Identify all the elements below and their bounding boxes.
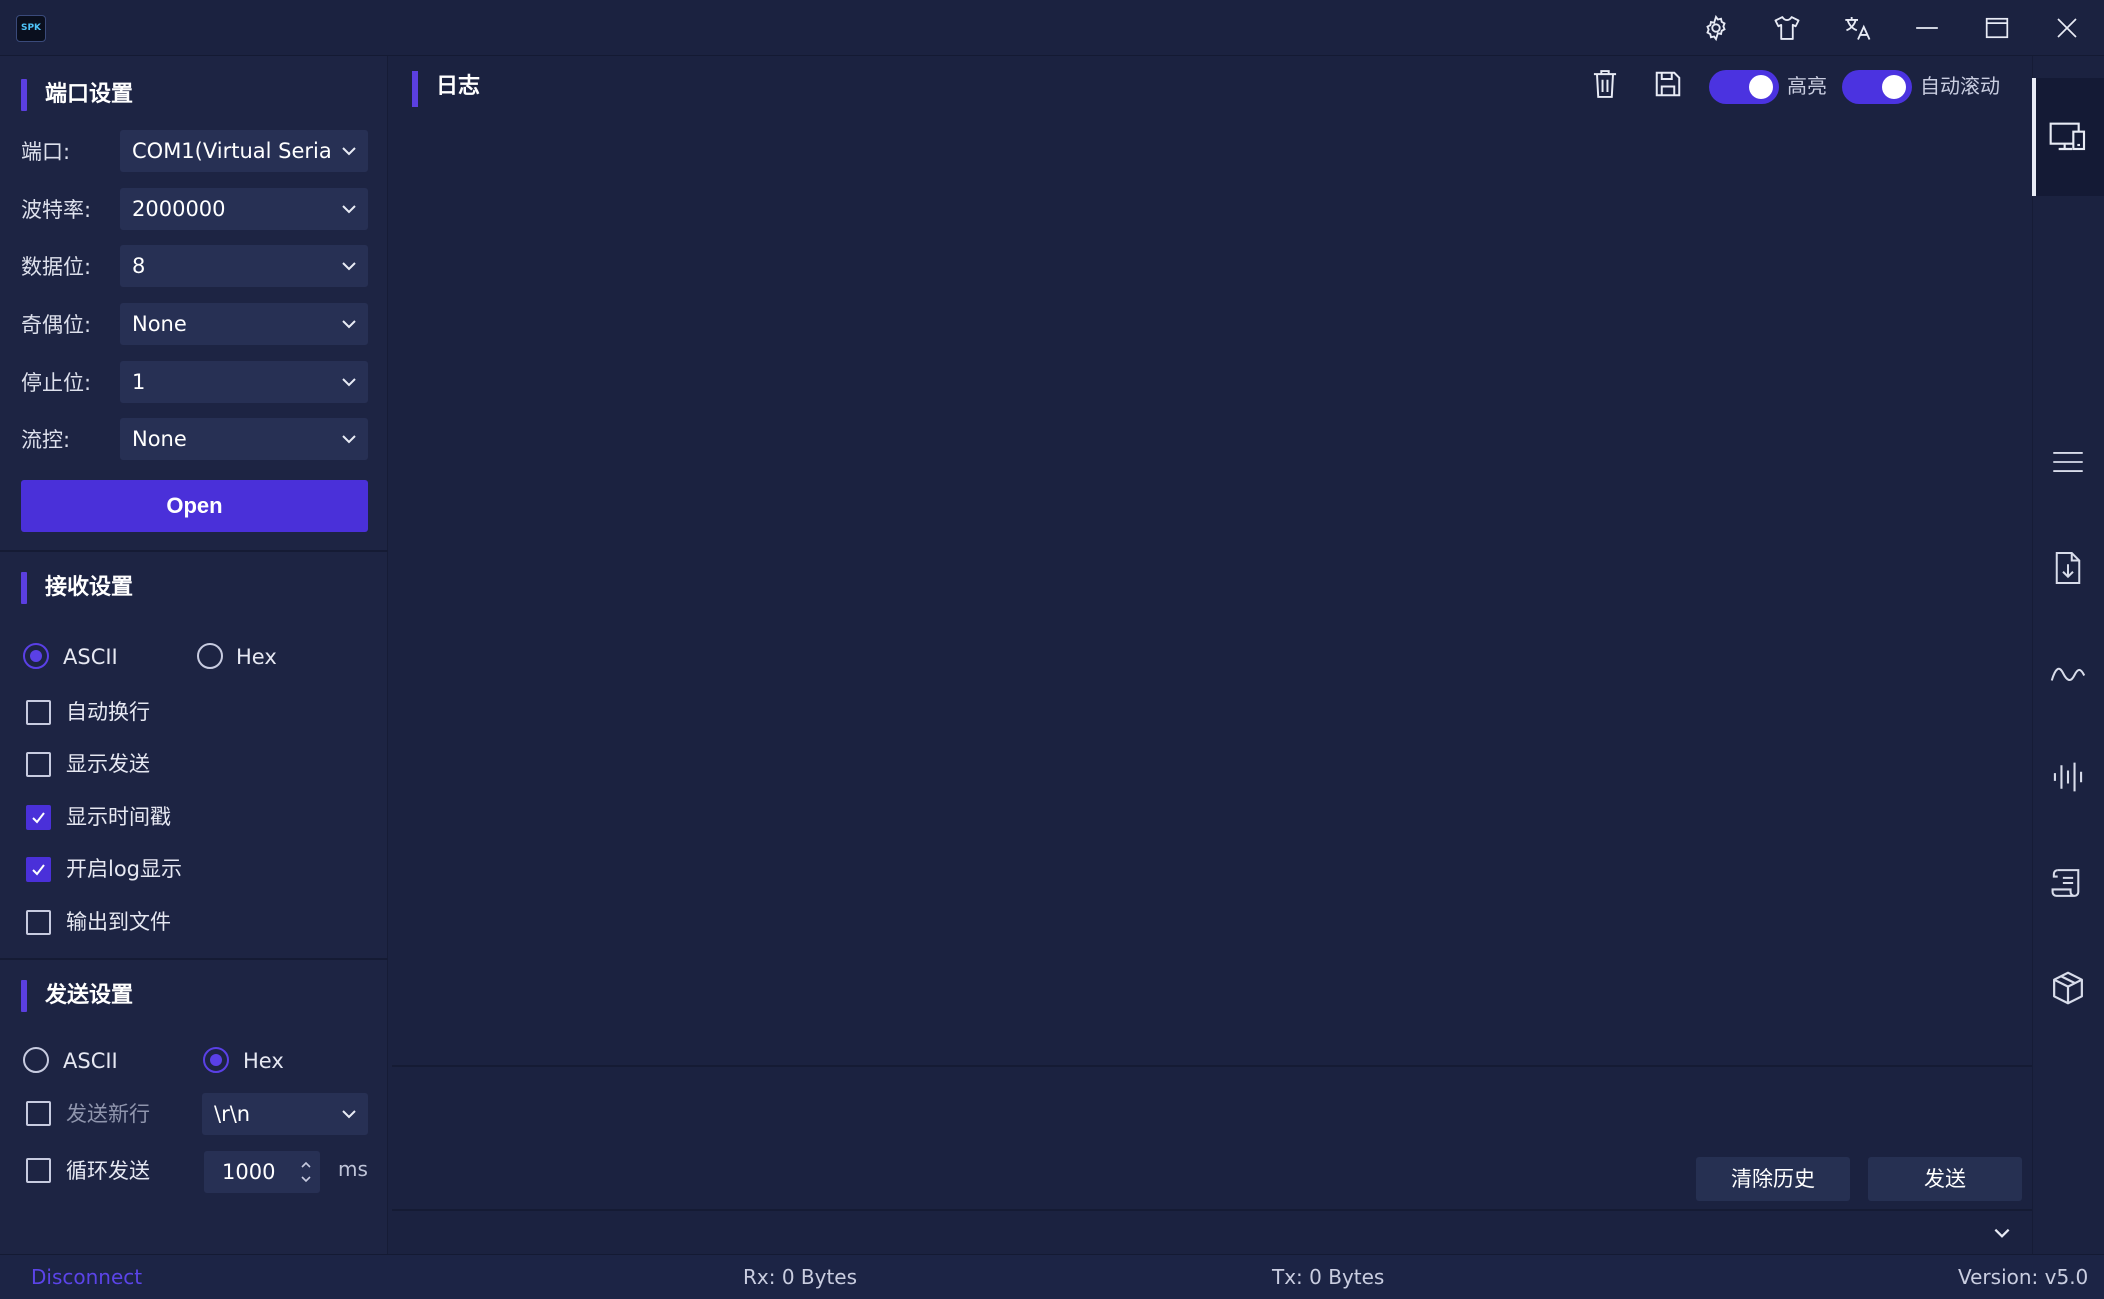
log-title: 日志 [412,71,480,107]
port-settings-title: 端口设置 [21,79,133,111]
translate-icon[interactable] [1838,10,1878,46]
check-icon [32,864,45,876]
minimize-icon[interactable] [1907,10,1947,46]
enable-log-checkbox[interactable] [26,857,51,882]
send-newline-checkbox[interactable] [26,1101,51,1126]
close-icon[interactable] [2047,10,2087,46]
enable-log-label: 开启log显示 [66,857,183,881]
section-divider [0,550,388,552]
receive-hex-radio[interactable] [197,643,223,669]
parity-select[interactable]: None [120,303,368,345]
flowcontrol-label: 流控: [21,428,71,452]
databits-select[interactable]: 8 [120,245,368,287]
log-output-area[interactable] [392,120,2030,1065]
loop-send-label: 循环发送 [66,1159,150,1183]
baud-select[interactable]: 2000000 [120,188,368,230]
show-send-label: 显示发送 [66,752,150,776]
package-cube-icon[interactable] [2040,960,2096,1016]
send-hex-label: Hex [243,1049,284,1073]
settings-panel [0,56,388,1254]
serial-device-icon[interactable] [2040,109,2096,165]
rx-counter: Rx: 0 Bytes [743,1265,858,1289]
receive-ascii-radio[interactable] [23,643,49,669]
theme-shirt-icon[interactable] [1767,10,1807,46]
stopbits-value: 1 [132,370,146,394]
chevron-down-icon [342,378,356,387]
chevron-down-icon [342,1110,356,1119]
receive-hex-label: Hex [236,645,277,669]
port-select[interactable]: COM1(Virtual Serial Port) [120,130,368,172]
port-label: 端口: [21,140,71,164]
send-newline-label: 发送新行 [66,1102,150,1126]
chevron-down-icon [342,262,356,271]
waveform-icon[interactable] [2040,645,2096,701]
app-logo: SPK [16,15,46,42]
stopbits-label: 停止位: [21,371,92,395]
auto-wrap-label: 自动换行 [66,700,150,724]
loop-interval-input[interactable]: 1000 [204,1151,320,1193]
chevron-down-icon[interactable] [1992,1223,2012,1243]
receive-ascii-label: ASCII [63,645,118,669]
audio-bars-icon[interactable] [2040,749,2096,805]
gear-icon[interactable] [1696,10,1736,46]
tx-counter: Tx: 0 Bytes [1272,1265,1385,1289]
send-ascii-radio[interactable] [23,1047,49,1073]
file-download-icon[interactable] [2040,540,2096,596]
chevron-down-icon [342,435,356,444]
output-file-label: 输出到文件 [66,910,171,934]
check-icon [32,812,45,824]
show-timestamp-label: 显示时间戳 [66,805,171,829]
connection-status: Disconnect [31,1265,143,1289]
output-file-checkbox[interactable] [26,910,51,935]
flowcontrol-value: None [132,427,187,451]
loop-interval-value: 1000 [222,1160,276,1184]
newline-select[interactable]: \r\n [202,1093,368,1135]
status-bar: Disconnect Rx: 0 Bytes Tx: 0 Bytes Versi… [0,1254,2104,1299]
script-scroll-icon[interactable] [2040,855,2096,911]
history-collapse-bar[interactable] [392,1209,2032,1253]
version-label: Version: v5.0 [1958,1265,2089,1289]
receive-settings-title: 接收设置 [21,572,133,604]
databits-value: 8 [132,254,146,278]
flowcontrol-select[interactable]: None [120,418,368,460]
newline-value: \r\n [214,1102,251,1126]
chevron-down-icon [342,320,356,329]
save-icon[interactable] [1650,66,1686,102]
baud-label: 波特率: [21,198,92,222]
chevron-down-icon [342,205,356,214]
section-divider [0,958,388,960]
clear-history-button[interactable]: 清除历史 [1696,1157,1850,1201]
title-bar: SPK [0,0,2104,56]
autoscroll-toggle[interactable] [1842,70,1912,104]
autoscroll-label: 自动滚动 [1920,74,2000,98]
chevron-down-icon [342,147,356,156]
menu-icon[interactable] [2040,434,2096,490]
baud-value: 2000000 [132,197,226,221]
loop-send-checkbox[interactable] [26,1158,51,1183]
show-timestamp-checkbox[interactable] [26,805,51,830]
send-hex-radio[interactable] [203,1047,229,1073]
parity-value: None [132,312,187,336]
send-button[interactable]: 发送 [1868,1157,2022,1201]
stopbits-select[interactable]: 1 [120,361,368,403]
auto-wrap-checkbox[interactable] [26,700,51,725]
show-send-checkbox[interactable] [26,752,51,777]
spinner-arrows-icon[interactable] [298,1155,314,1189]
loop-unit-label: ms [338,1157,368,1181]
parity-label: 奇偶位: [21,313,92,337]
send-settings-title: 发送设置 [21,980,133,1012]
send-ascii-label: ASCII [63,1049,118,1073]
highlight-toggle[interactable] [1709,70,1779,104]
highlight-label: 高亮 [1787,74,1827,98]
maximize-icon[interactable] [1977,10,2017,46]
databits-label: 数据位: [21,255,92,279]
port-value: COM1(Virtual Serial Port) [132,139,332,163]
trash-icon[interactable] [1587,66,1623,102]
open-port-button[interactable]: Open [21,480,368,532]
